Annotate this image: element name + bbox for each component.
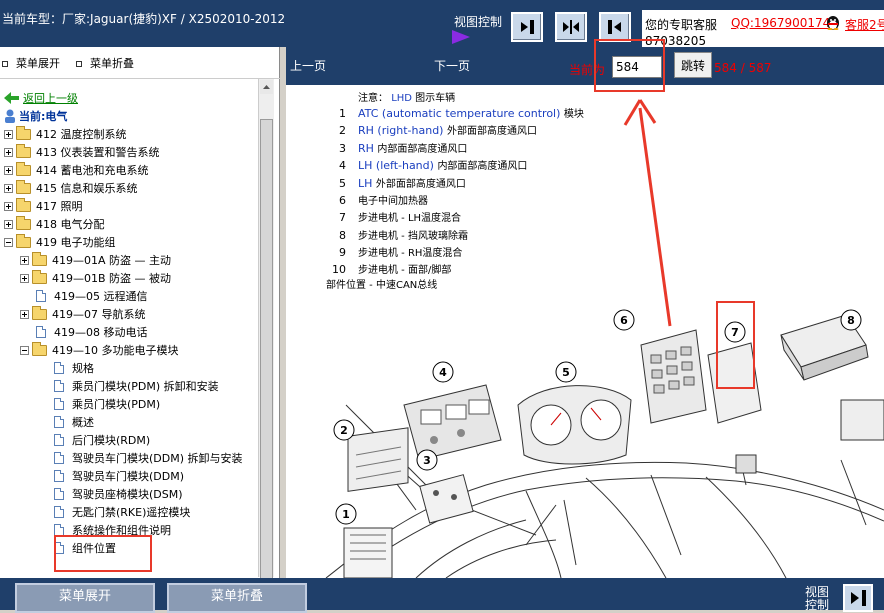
bottom-menu-collapse-button[interactable]: 菜单折叠 — [167, 583, 307, 613]
bottom-menu-expand-button[interactable]: 菜单展开 — [15, 583, 155, 613]
annotation-arrow — [623, 99, 672, 327]
bottom-view-control-label: 视图控制 — [805, 585, 830, 612]
bottom-bar: 菜单展开 菜单折叠 视图控制 — [0, 578, 884, 613]
panel-right-icon — [851, 590, 866, 606]
bottom-view-control-button[interactable] — [843, 584, 873, 612]
